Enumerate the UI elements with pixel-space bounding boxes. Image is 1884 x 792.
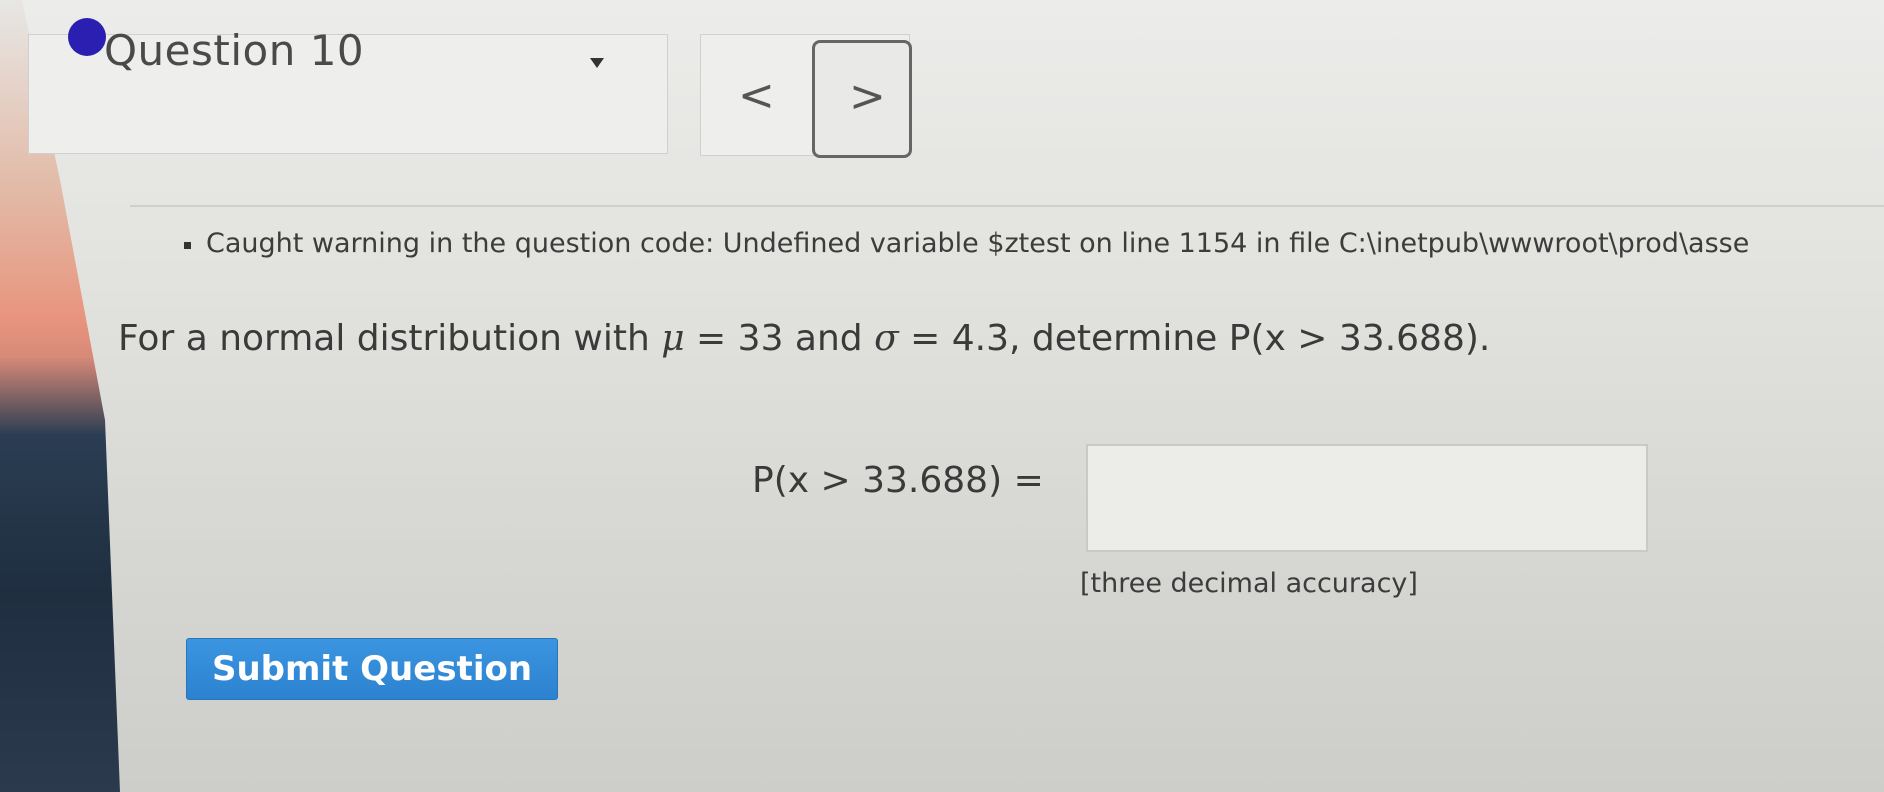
divider — [130, 205, 1884, 207]
question-prompt: For a normal distribution with μ = 33 an… — [118, 318, 1490, 359]
prompt-sigma-value: = 4.3, determine P(x > 33.688). — [898, 318, 1491, 359]
chevron-down-icon[interactable] — [590, 58, 604, 68]
warning-text: Caught warning in the question code: Und… — [206, 228, 1750, 259]
prompt-mu-value: = 33 and — [684, 318, 875, 359]
prompt-intro: For a normal distribution with — [118, 318, 662, 359]
question-label: Question 10 — [104, 26, 365, 75]
chevron-right-icon: > — [849, 71, 886, 122]
question-status-dot — [68, 18, 106, 56]
answer-input[interactable] — [1086, 444, 1648, 552]
previous-question-button[interactable]: < — [738, 70, 775, 121]
next-question-button[interactable]: > — [812, 40, 912, 158]
sigma-symbol: σ — [874, 318, 899, 359]
warning-message: Caught warning in the question code: Und… — [178, 228, 1749, 259]
submit-question-button[interactable]: Submit Question — [186, 638, 558, 700]
answer-label: P(x > 33.688) = — [752, 460, 1044, 501]
mu-symbol: μ — [661, 318, 685, 359]
screen: Question 10 < > Caught warning in the qu… — [0, 0, 1884, 792]
accuracy-note: [three decimal accuracy] — [1080, 568, 1418, 599]
